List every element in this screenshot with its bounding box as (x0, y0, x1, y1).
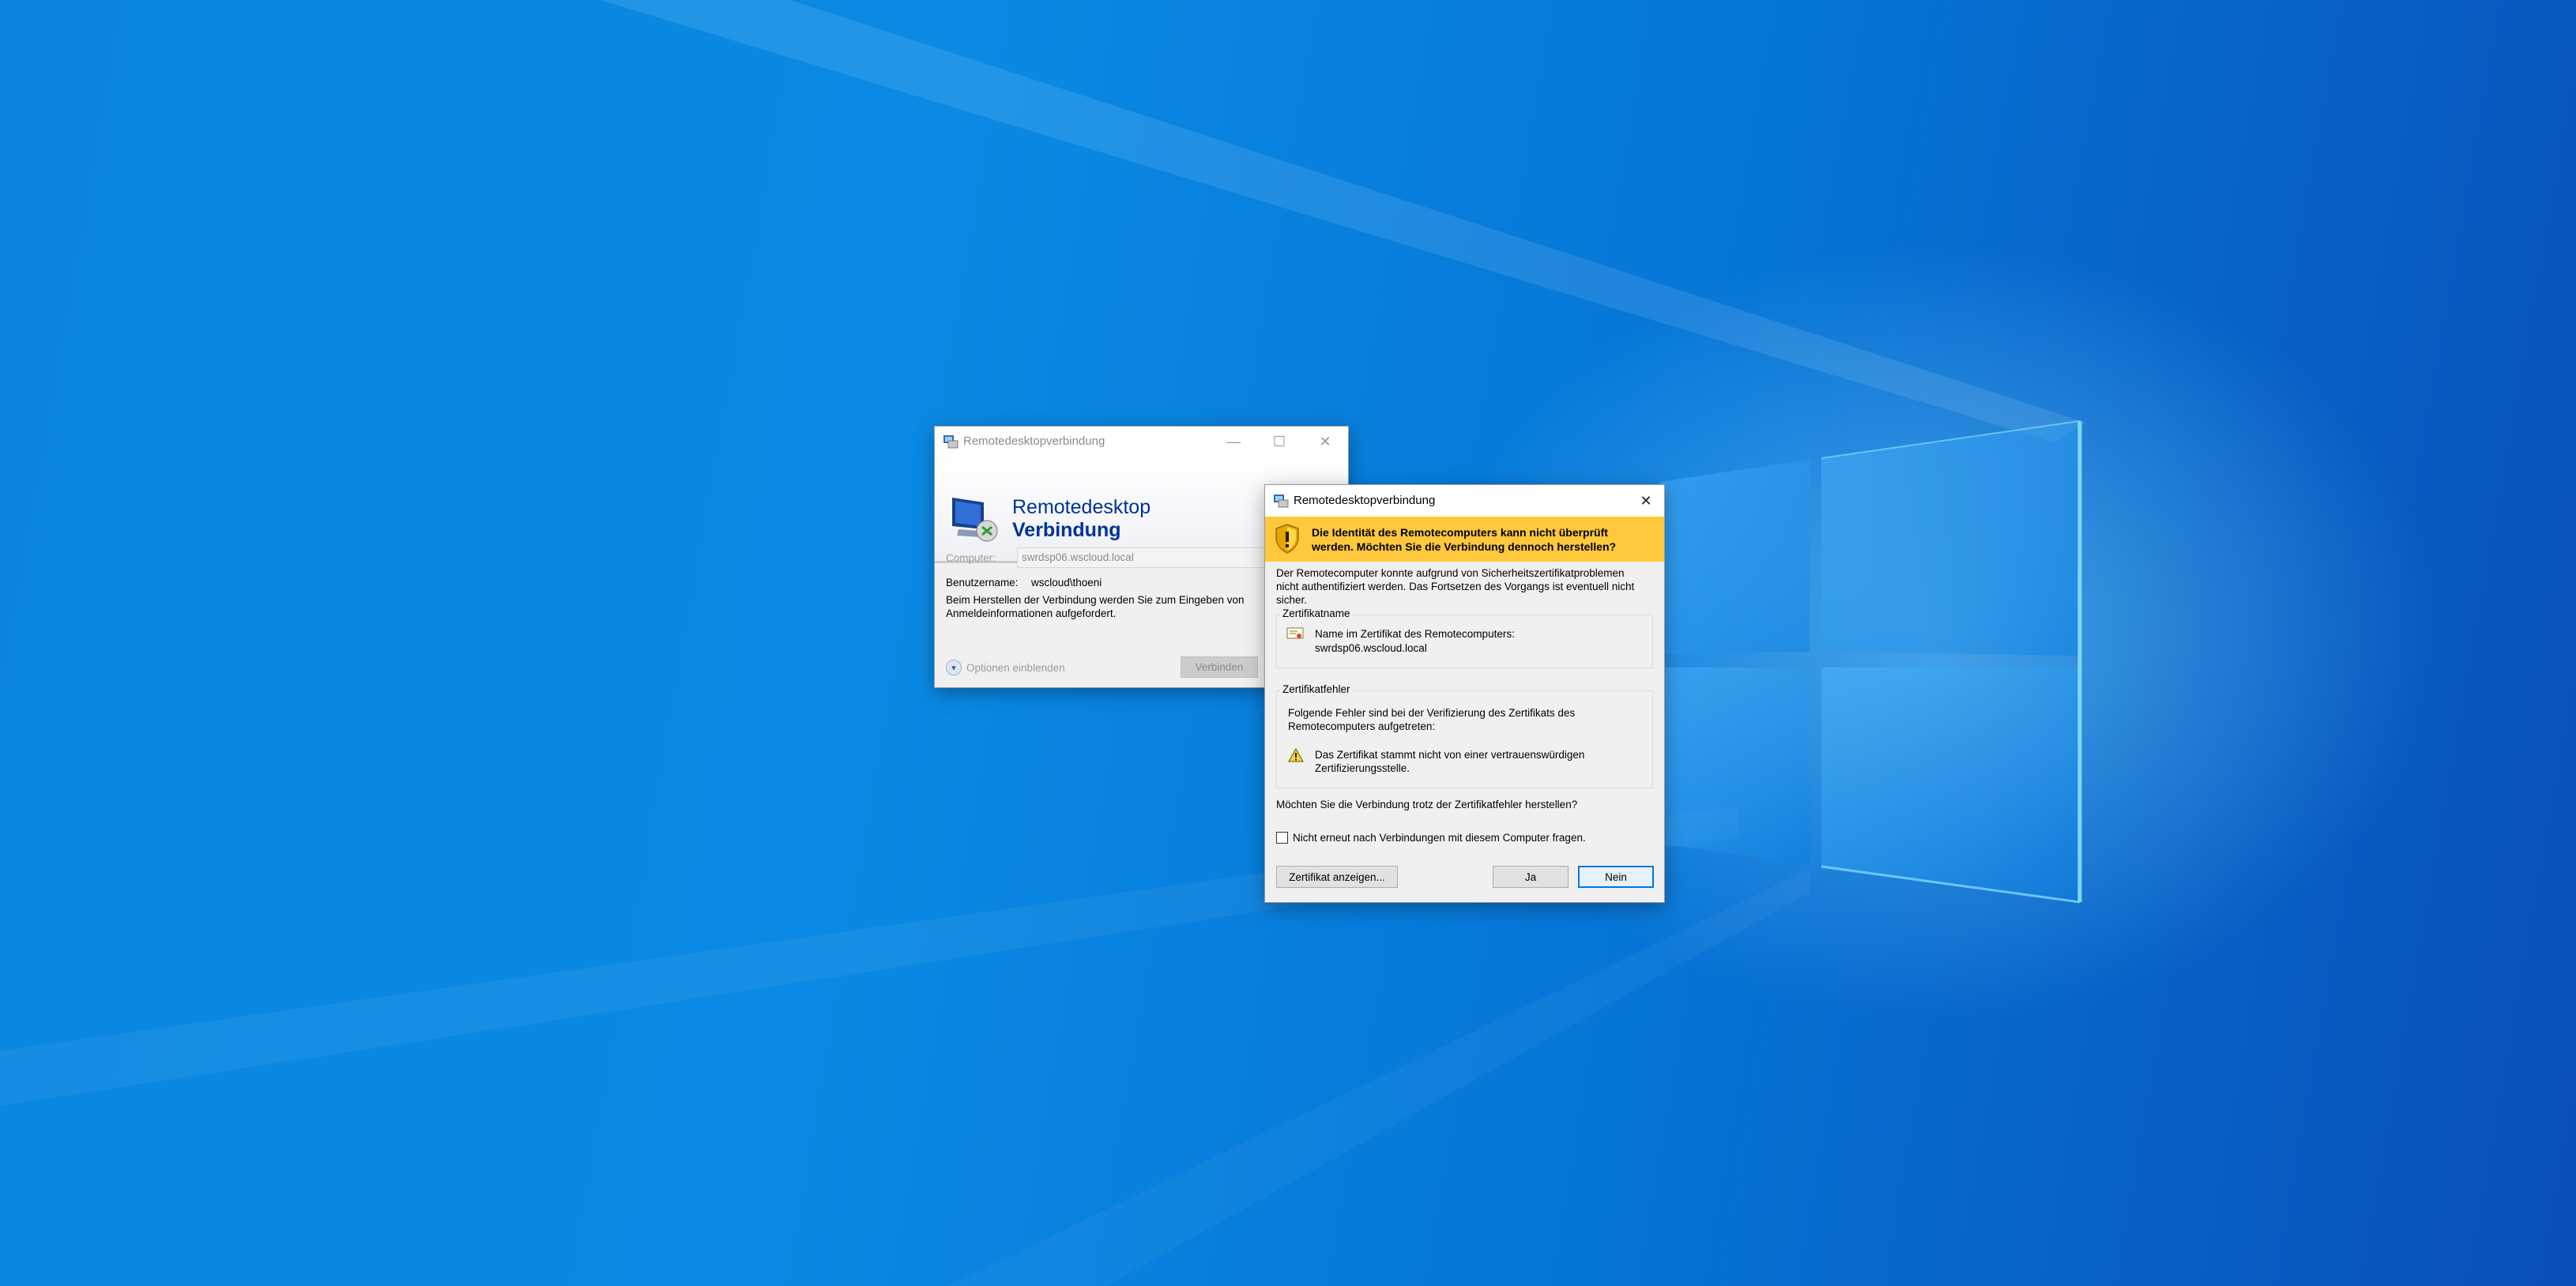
description-line2: nicht authentifiziert werden. Das Fortse… (1276, 581, 1635, 592)
dont-ask-checkbox[interactable] (1276, 831, 1288, 844)
dialog-title: Remotedesktopverbindung (1294, 494, 1436, 507)
certificate-name-group: Zertifikatname Name im Zertifikat des Re… (1276, 607, 1653, 668)
info-text-line2: Anmeldeinformationen aufgefordert. (946, 607, 1117, 619)
dialog-close-button[interactable]: ✕ (1628, 485, 1664, 517)
certificate-error-group-title: Zertifikatfehler (1280, 683, 1353, 695)
dialog-titlebar[interactable]: Remotedesktopverbindung ✕ (1265, 485, 1664, 517)
dont-ask-checkbox-row[interactable]: Nicht erneut nach Verbindungen mit diese… (1276, 830, 1586, 844)
yes-button[interactable]: Ja (1493, 866, 1569, 888)
minimize-button[interactable]: — (1211, 427, 1256, 457)
error-item-line2: Zertifizierungsstelle. (1315, 762, 1410, 774)
banner-title: Remotedesktop Verbindung (1012, 496, 1151, 542)
main-titlebar[interactable]: Remotedesktopverbindung — ☐ ✕ (935, 427, 1348, 457)
options-toggle[interactable]: ▾ Optionen einblenden (946, 659, 1065, 676)
info-text-line1: Beim Herstellen der Verbindung werden Si… (946, 594, 1245, 606)
certificate-name-group-title: Zertifikatname (1280, 607, 1353, 619)
banner-title-line2: Verbindung (1012, 519, 1121, 541)
certificate-name-value: swrdsp06.wscloud.local (1315, 642, 1427, 654)
error-intro-line2: Remotecomputers aufgetreten: (1288, 720, 1436, 732)
confirmation-question: Möchten Sie die Verbindung trotz der Zer… (1276, 799, 1578, 810)
banner-title-line1: Remotedesktop (1012, 496, 1151, 518)
monitor-icon (952, 498, 998, 542)
connect-button[interactable]: Verbinden (1181, 656, 1258, 678)
rdp-app-icon (1274, 494, 1289, 508)
no-button[interactable]: Nein (1578, 866, 1654, 888)
certificate-warning-dialog: Remotedesktopverbindung ✕ Die Identität … (1265, 485, 1664, 902)
certificate-error-group: Zertifikatfehler Folgende Fehler sind be… (1276, 683, 1653, 788)
certificate-name-label: Name im Zertifikat des Remotecomputers: (1315, 628, 1515, 640)
main-window-title: Remotedesktopverbindung (963, 434, 1105, 448)
username-value: wscloud\thoeni (1031, 577, 1102, 588)
shield-warning-icon (1275, 524, 1299, 554)
certificate-icon (1286, 627, 1304, 639)
close-button[interactable]: ✕ (1302, 427, 1348, 457)
view-certificate-button[interactable]: Zertifikat anzeigen... (1276, 866, 1398, 888)
warning-heading-line2: werden. Möchten Sie die Verbindung denno… (1312, 540, 1617, 553)
warning-triangle-icon (1288, 748, 1304, 762)
error-intro-line1: Folgende Fehler sind bei der Verifizieru… (1288, 707, 1576, 719)
computer-label: Computer: (946, 552, 996, 564)
options-label: Optionen einblenden (966, 661, 1065, 674)
warning-banner: Die Identität des Remotecomputers kann n… (1265, 517, 1664, 562)
rdp-app-icon (943, 435, 958, 449)
error-item-line1: Das Zertifikat stammt nicht von einer ve… (1315, 749, 1585, 761)
expand-icon: ▾ (946, 660, 962, 675)
maximize-button[interactable]: ☐ (1256, 427, 1302, 457)
dont-ask-checkbox-label: Nicht erneut nach Verbindungen mit diese… (1293, 831, 1586, 844)
username-label: Benutzername: (946, 577, 1019, 588)
computer-value: swrdsp06.wscloud.local (1022, 551, 1134, 563)
warning-heading-line1: Die Identität des Remotecomputers kann n… (1312, 526, 1608, 539)
description-line3: sicher. (1276, 594, 1308, 606)
description-line1: Der Remotecomputer konnte aufgrund von S… (1276, 567, 1625, 579)
